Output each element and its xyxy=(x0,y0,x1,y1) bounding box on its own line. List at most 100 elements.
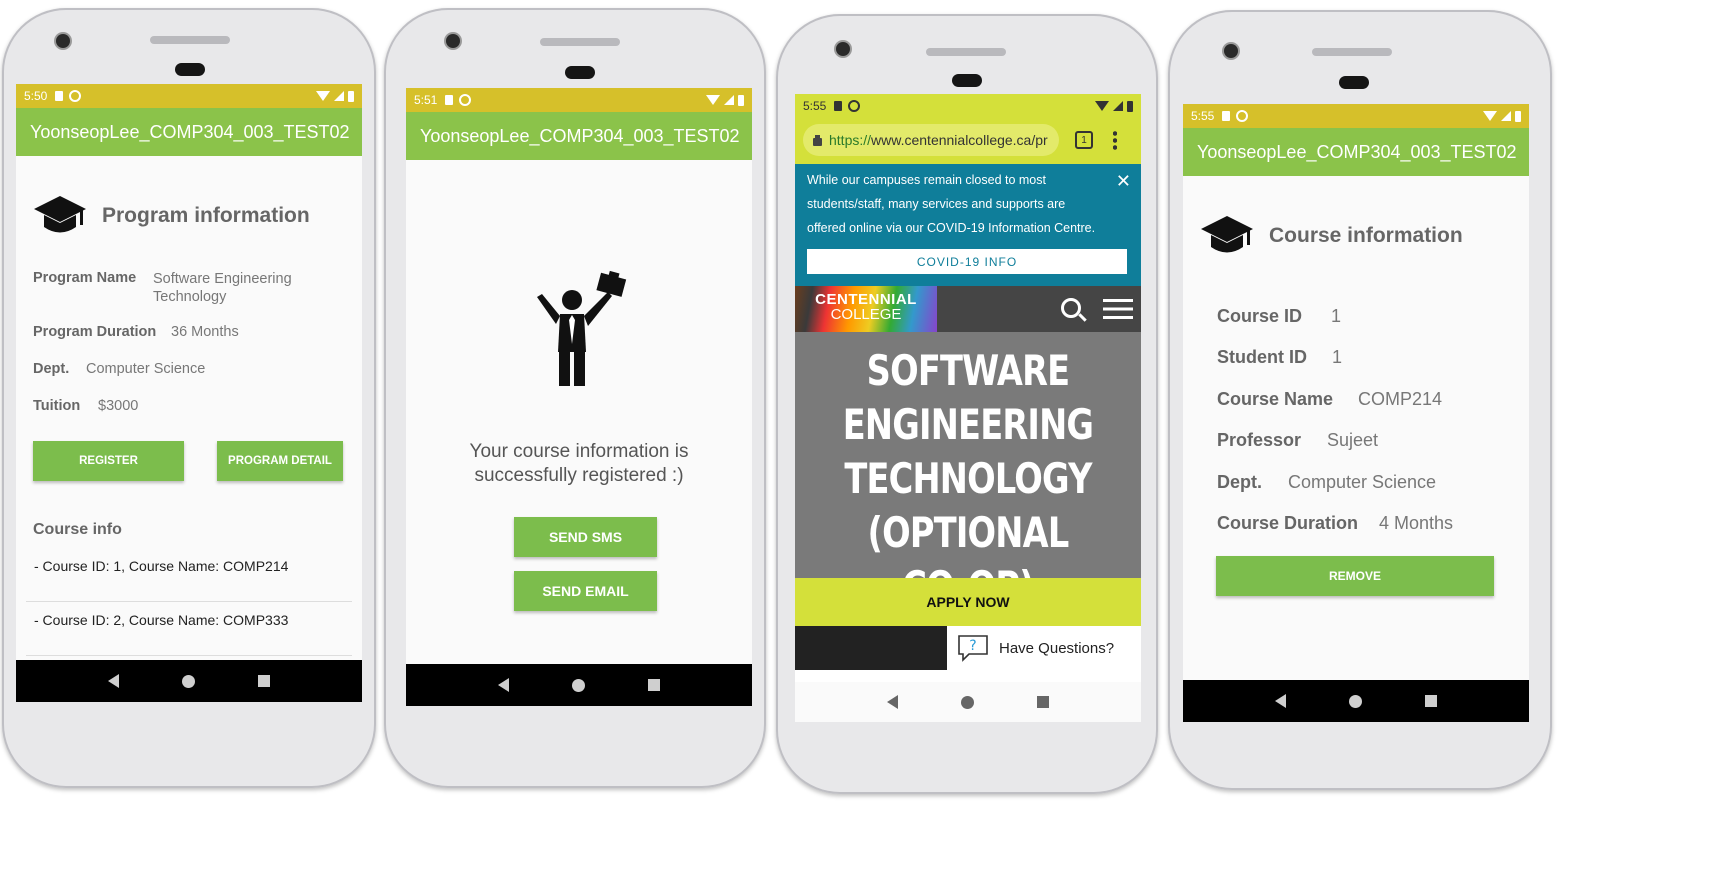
college-logo[interactable]: CENTENNIAL COLLEGE xyxy=(795,286,937,332)
program-detail-button[interactable]: PROGRAM DETAIL xyxy=(217,441,343,481)
field-label: Tuition xyxy=(33,398,81,414)
hero-section: SOFTWARE ENGINEERING TECHNOLOGY (OPTIONA… xyxy=(795,332,1141,611)
list-item[interactable]: - Course ID: 2, Course Name: COMP333 xyxy=(34,612,288,628)
graduation-cap-icon xyxy=(1201,216,1253,253)
battery-icon xyxy=(738,94,744,106)
field-value: 36 Months xyxy=(171,324,239,340)
remove-button[interactable]: REMOVE xyxy=(1216,556,1494,596)
apply-now-button[interactable]: APPLY NOW xyxy=(795,578,1141,626)
lock-icon xyxy=(813,138,822,146)
status-bar: 5:55 xyxy=(795,94,1141,118)
tab-switcher-button[interactable]: 1 xyxy=(1075,131,1093,149)
field-label: Course Name xyxy=(1217,389,1334,409)
celebrating-person-icon xyxy=(537,270,627,386)
list-item[interactable]: - Course ID: 1, Course Name: COMP214 xyxy=(34,558,288,574)
url-scheme: https:// xyxy=(829,132,872,148)
page-heading: Program information xyxy=(102,204,310,227)
list-divider xyxy=(26,601,352,602)
screen-program-info: 5:50 YoonseopLee_COMP304_003_TEST02 Prog… xyxy=(16,84,362,702)
wifi-icon xyxy=(1483,111,1497,121)
have-questions-label: Have Questions? xyxy=(999,639,1115,657)
nav-bar xyxy=(16,660,362,702)
signal-icon xyxy=(334,91,344,101)
signal-icon xyxy=(724,95,734,105)
graduation-cap-icon xyxy=(34,196,86,233)
wifi-icon xyxy=(706,95,720,105)
success-message: Your course information is successfully … xyxy=(469,441,689,486)
page-heading: Course information xyxy=(1269,224,1463,247)
hero-title: SOFTWARE ENGINEERING TECHNOLOGY (OPTIONA… xyxy=(842,346,1094,611)
banner-text: While our campuses remain closed to most… xyxy=(807,173,1096,235)
status-bar: 5:55 xyxy=(1183,104,1529,128)
site-header: CENTENNIAL COLLEGE xyxy=(795,286,1141,332)
recents-icon[interactable] xyxy=(1425,695,1438,707)
phone-frame-4: 5:55 YoonseopLee_COMP304_003_TEST02 Cour… xyxy=(1168,10,1552,790)
app-bar: YoonseopLee_COMP304_003_TEST02 xyxy=(406,112,752,160)
signal-icon xyxy=(1113,101,1123,111)
field-value: 1 xyxy=(1331,306,1342,326)
battery-icon xyxy=(1515,110,1521,122)
recents-icon[interactable] xyxy=(1037,696,1050,708)
list-divider xyxy=(26,655,352,656)
battery-icon xyxy=(1127,100,1133,112)
back-icon[interactable] xyxy=(886,695,898,709)
field-label: Course Duration xyxy=(1217,513,1359,533)
covid-banner: While our campuses remain closed to most… xyxy=(795,164,1141,286)
signal-icon xyxy=(1501,111,1511,121)
field-label: Program Duration xyxy=(33,324,157,340)
nav-bar xyxy=(795,682,1141,722)
field-label: Professor xyxy=(1217,430,1302,450)
screen-browser: 5:55 https://www.centennialcollege.ca/pr… xyxy=(795,94,1141,722)
recents-icon[interactable] xyxy=(648,679,661,691)
back-icon[interactable] xyxy=(107,674,119,688)
home-icon[interactable] xyxy=(1348,694,1362,708)
screen-registration-success: 5:51 YoonseopLee_COMP304_003_TEST02 Your… xyxy=(406,88,752,706)
field-value: 1 xyxy=(1332,347,1343,367)
field-value: Computer Science xyxy=(86,361,206,377)
field-label: Dept. xyxy=(33,361,70,377)
status-bar: 5:50 xyxy=(16,84,362,108)
app-title: YoonseopLee_COMP304_003_TEST02 xyxy=(420,125,740,146)
battery-icon xyxy=(348,90,354,102)
home-icon[interactable] xyxy=(181,674,195,688)
field-value: Software Engineering Technology xyxy=(153,271,292,305)
covid-info-button[interactable]: COVID-19 INFO xyxy=(807,249,1127,274)
status-bar: 5:51 xyxy=(406,88,752,112)
field-value: $3000 xyxy=(98,398,139,414)
field-value: 4 Months xyxy=(1379,513,1454,533)
phone-frame-3: 5:55 https://www.centennialcollege.ca/pr… xyxy=(776,14,1158,794)
send-sms-button[interactable]: SEND SMS xyxy=(514,517,657,557)
tab-count: 1 xyxy=(1081,134,1087,146)
more-options-icon[interactable] xyxy=(1113,130,1117,150)
home-icon[interactable] xyxy=(571,678,585,692)
url-text: www.centennialcollege.ca/pr xyxy=(871,132,1048,148)
app-title: YoonseopLee_COMP304_003_TEST02 xyxy=(1197,141,1517,162)
phone-frame-1: 5:50 YoonseopLee_COMP304_003_TEST02 Prog… xyxy=(2,8,376,788)
field-label: Dept. xyxy=(1217,472,1262,492)
logo-line1: CENTENNIAL xyxy=(815,291,917,308)
back-icon[interactable] xyxy=(1274,694,1286,708)
screen-course-info: 5:55 YoonseopLee_COMP304_003_TEST02 Cour… xyxy=(1183,104,1529,722)
recents-icon[interactable] xyxy=(258,675,271,687)
field-value: COMP214 xyxy=(1358,389,1443,409)
app-bar: YoonseopLee_COMP304_003_TEST02 xyxy=(1183,128,1529,176)
svg-text:?: ? xyxy=(969,638,976,654)
back-icon[interactable] xyxy=(497,678,509,692)
home-icon[interactable] xyxy=(960,695,974,709)
url-bar[interactable]: https://www.centennialcollege.ca/pr xyxy=(803,124,1059,156)
send-email-button[interactable]: SEND EMAIL xyxy=(514,571,657,611)
menu-icon[interactable] xyxy=(1103,299,1133,319)
register-button[interactable]: REGISTER xyxy=(33,441,184,481)
question-chat-icon: ? xyxy=(958,635,988,662)
status-time: 5:51 xyxy=(414,93,438,107)
field-value: Computer Science xyxy=(1288,472,1437,492)
wifi-icon xyxy=(316,91,330,101)
field-value: Sujeet xyxy=(1327,430,1379,450)
close-icon[interactable]: ✕ xyxy=(1116,172,1131,190)
course-info-heading: Course info xyxy=(33,521,122,538)
app-title: YoonseopLee_COMP304_003_TEST02 xyxy=(30,121,350,142)
field-label: Program Name xyxy=(33,270,137,286)
field-label: Course ID xyxy=(1217,306,1303,326)
have-questions-widget[interactable]: ? Have Questions? xyxy=(947,626,1141,670)
status-time: 5:55 xyxy=(1191,109,1215,123)
